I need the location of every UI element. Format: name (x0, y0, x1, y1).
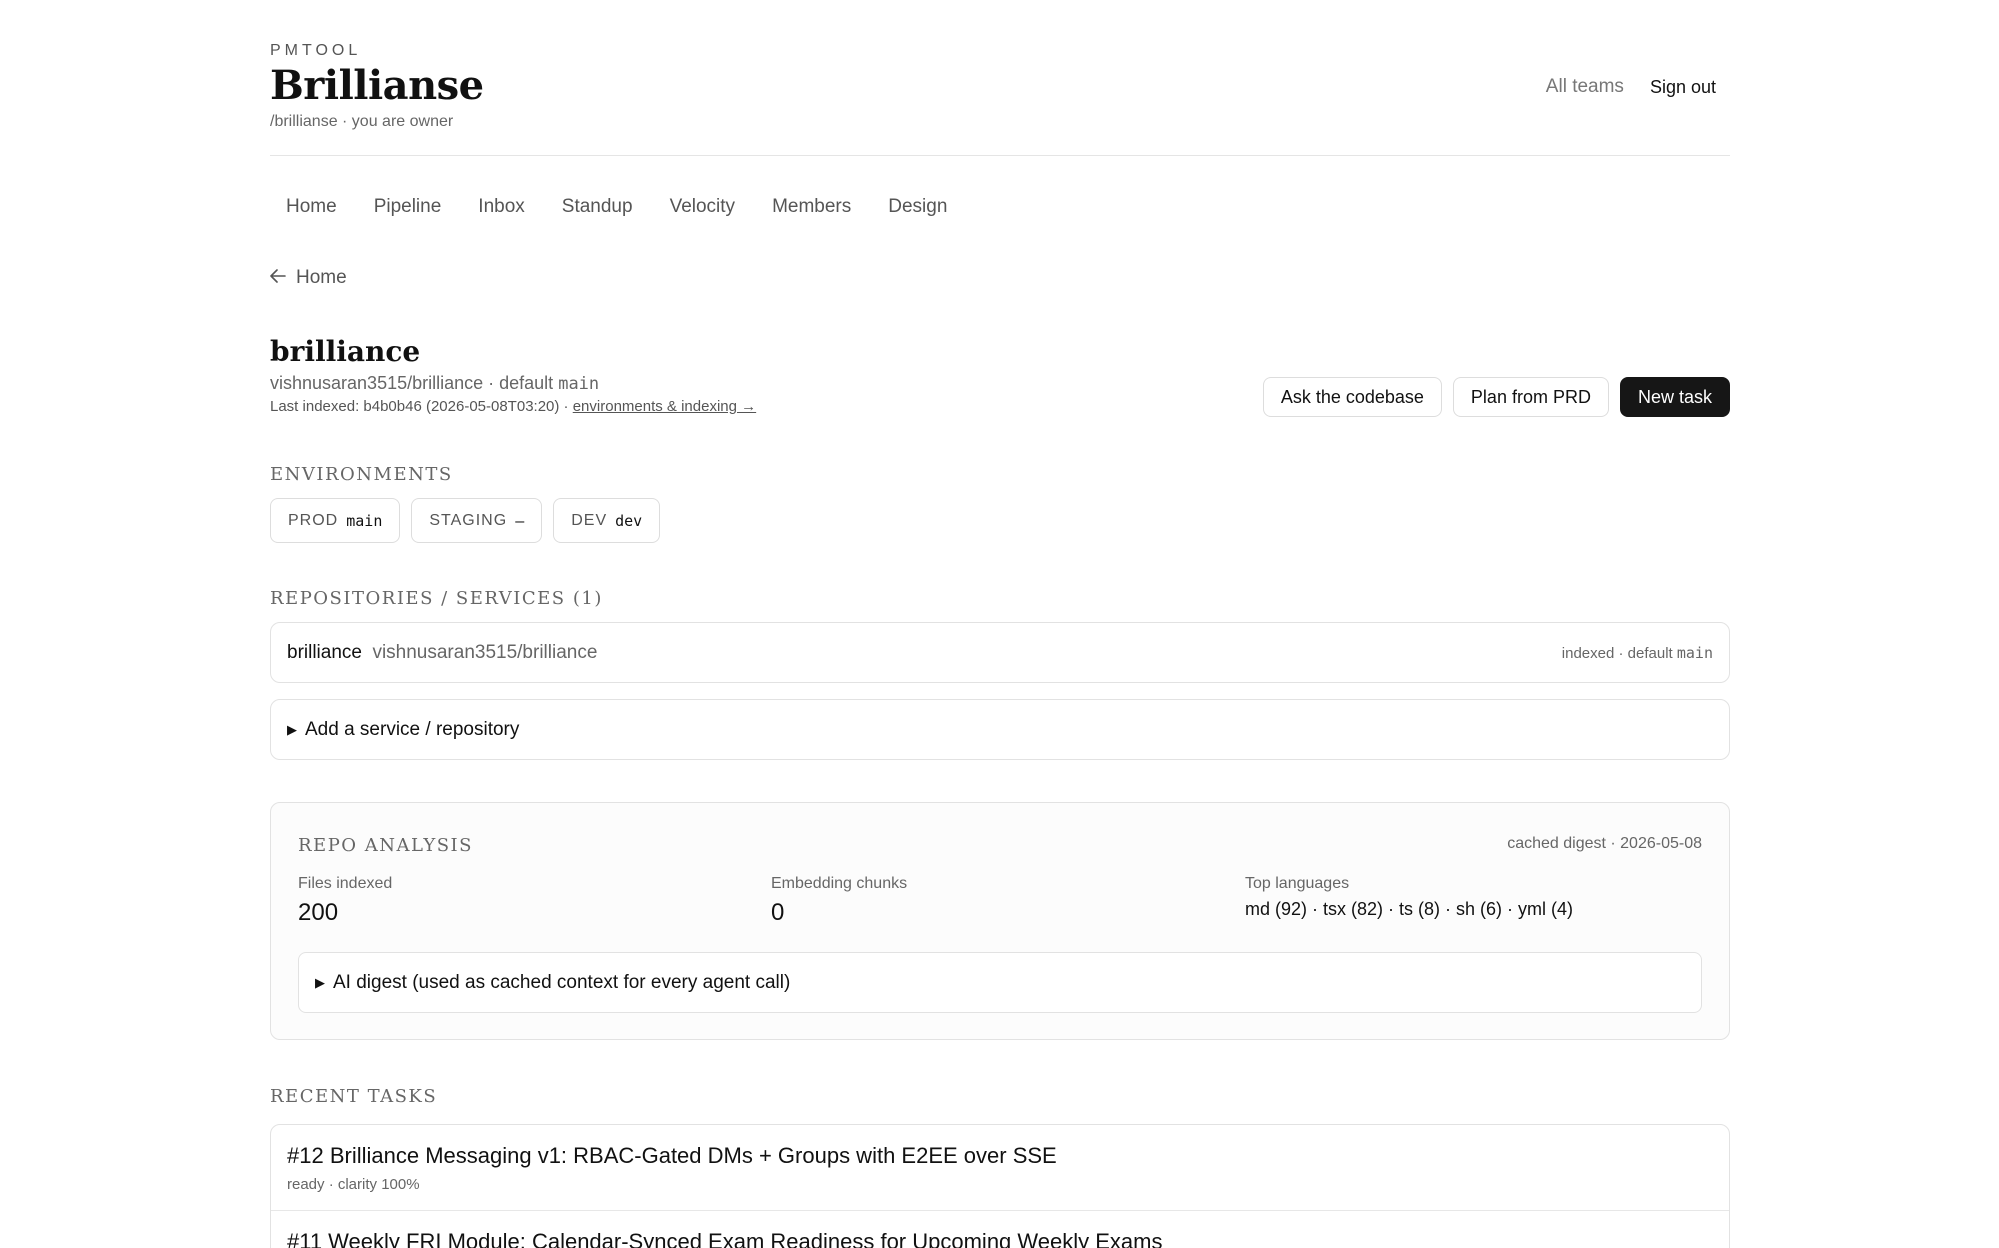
environments-indexing-link[interactable]: environments & indexing → (573, 398, 756, 415)
project-meta: Last indexed: b4b0b46 (2026-05-08T03:20)… (270, 398, 756, 415)
repository-branch: main (1676, 643, 1713, 662)
env-value: dev (615, 511, 643, 530)
header-links: All teams Sign out (1546, 76, 1716, 98)
task-row[interactable]: #12 Brilliance Messaging v1: RBAC-Gated … (271, 1125, 1729, 1211)
stat-value: 200 (298, 899, 339, 926)
repository-identity: brilliance vishnusaran3515/brilliance (287, 642, 597, 664)
nav-home[interactable]: Home (286, 196, 337, 218)
recent-tasks-heading: RECENT TASKS (270, 1086, 438, 1107)
nav-pipeline[interactable]: Pipeline (374, 196, 442, 218)
project-title: brilliance (270, 335, 421, 368)
page-container: PMTOOL Brillianse /brillianse · you are … (270, 0, 1730, 1248)
environments-list: PROD main STAGING – DEV dev (270, 498, 661, 543)
ai-digest-label: AI digest (used as cached context for ev… (333, 971, 791, 993)
nav-velocity[interactable]: Velocity (670, 196, 735, 218)
new-task-button[interactable]: New task (1619, 377, 1730, 417)
team-header: PMTOOL Brillianse /brillianse · you are … (270, 0, 1730, 156)
repository-status: indexed · default main (1562, 644, 1713, 662)
stat-value: 0 (771, 899, 785, 926)
repository-row[interactable]: brilliance vishnusaran3515/brilliance in… (270, 622, 1730, 683)
sign-out-button[interactable]: Sign out (1650, 77, 1716, 98)
nav-members[interactable]: Members (772, 196, 851, 218)
repository-path: vishnusaran3515/brilliance (372, 641, 598, 663)
stat-embedding-chunks: Embedding chunks 0 (771, 875, 907, 927)
app-label: PMTOOL (270, 42, 362, 59)
stat-label: Files indexed (298, 875, 393, 892)
stat-label: Top languages (1245, 875, 1350, 892)
cached-digest: cached digest · 2026-05-08 (1507, 835, 1702, 852)
env-name: STAGING (429, 511, 508, 529)
stat-value: md (92) · tsx (82) · ts (8) · sh (6) · y… (1245, 899, 1574, 919)
project-actions: Ask the codebase Plan from PRD New task (1262, 377, 1730, 417)
default-branch: main (558, 374, 600, 394)
caret-right-icon: ▶ (315, 974, 325, 990)
main-nav: Home Pipeline Inbox Standup Velocity Mem… (286, 196, 947, 218)
last-indexed: Last indexed: b4b0b46 (2026-05-08T03:20)… (270, 398, 569, 415)
repo-analysis-panel: REPO ANALYSIS cached digest · 2026-05-08… (270, 802, 1730, 1040)
env-name: DEV (571, 511, 608, 529)
repo-analysis-title: REPO ANALYSIS (298, 835, 473, 856)
recent-tasks-list: #12 Brilliance Messaging v1: RBAC-Gated … (270, 1124, 1730, 1248)
back-label: Home (296, 267, 347, 288)
nav-design[interactable]: Design (888, 196, 947, 218)
plan-from-prd-button[interactable]: Plan from PRD (1452, 377, 1609, 417)
stat-top-languages: Top languages md (92) · tsx (82) · ts (8… (1245, 875, 1573, 920)
repository-status-text: indexed · default (1561, 644, 1673, 662)
add-service-toggle[interactable]: ▶ Add a service / repository (270, 699, 1730, 760)
caret-right-icon: ▶ (287, 721, 297, 737)
env-name: PROD (288, 511, 339, 529)
environments-heading: ENVIRONMENTS (270, 464, 453, 485)
ai-digest-toggle[interactable]: ▶ AI digest (used as cached context for … (298, 952, 1702, 1013)
env-value: main (346, 511, 383, 530)
task-row[interactable]: #11 Weekly FRI Module: Calendar-Synced E… (271, 1211, 1729, 1248)
add-service-label: Add a service / repository (305, 718, 520, 740)
env-chip-dev[interactable]: DEV dev (553, 498, 661, 543)
all-teams-link[interactable]: All teams (1546, 76, 1624, 98)
nav-inbox[interactable]: Inbox (478, 196, 524, 218)
repository-name: brilliance (287, 641, 362, 663)
stat-label: Embedding chunks (771, 875, 908, 892)
task-meta: ready · clarity 100% (287, 1176, 420, 1193)
repo-line-text: vishnusaran3515/brilliance · default (270, 373, 554, 393)
repositories-heading: REPOSITORIES / SERVICES (1) (270, 588, 603, 609)
stat-files-indexed: Files indexed 200 (298, 875, 392, 927)
project-repo-line: vishnusaran3515/brilliance · default mai… (270, 373, 599, 394)
arrow-left-icon (270, 267, 286, 289)
team-title: Brillianse (270, 62, 484, 109)
env-chip-prod[interactable]: PROD main (270, 498, 401, 543)
nav-standup[interactable]: Standup (562, 196, 633, 218)
task-title: #11 Weekly FRI Module: Calendar-Synced E… (287, 1229, 1163, 1248)
back-link[interactable]: Home (270, 267, 347, 289)
team-subtitle: /brillianse · you are owner (270, 113, 454, 130)
task-title: #12 Brilliance Messaging v1: RBAC-Gated … (287, 1143, 1057, 1168)
ask-codebase-button[interactable]: Ask the codebase (1262, 377, 1442, 417)
env-chip-staging[interactable]: STAGING – (411, 498, 543, 543)
env-value: – (515, 511, 525, 530)
